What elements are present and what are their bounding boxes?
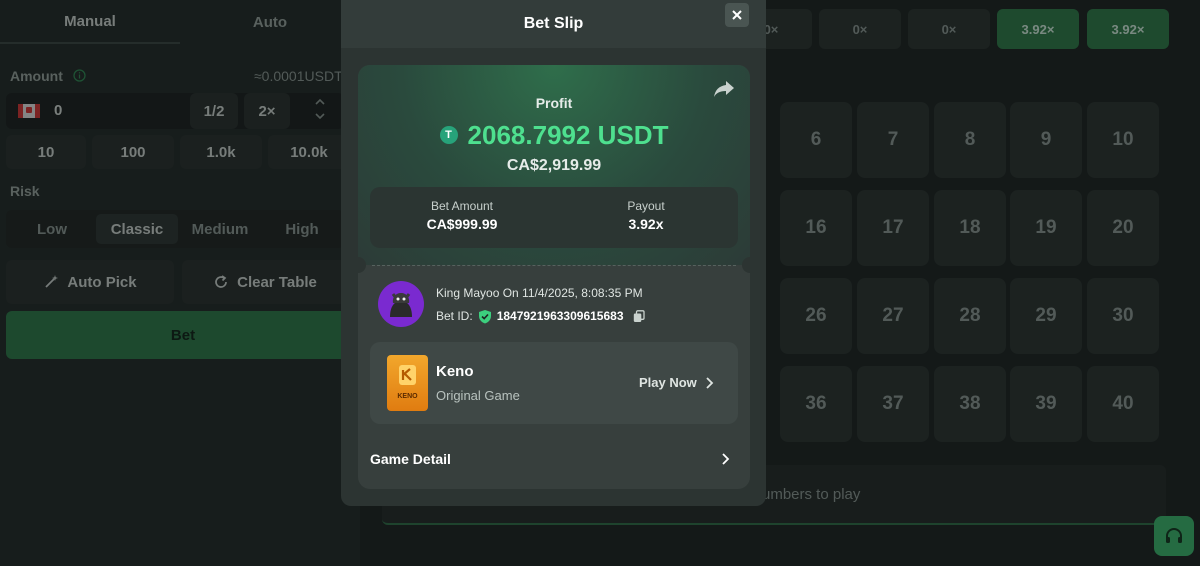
support-button[interactable] bbox=[1154, 516, 1194, 556]
bet-slip-card: Profit T 2068.7992 USDT CA$2,919.99 Bet … bbox=[358, 65, 750, 489]
headset-icon bbox=[1166, 528, 1182, 543]
chevron-right-icon[interactable] bbox=[720, 452, 730, 466]
close-button[interactable] bbox=[725, 3, 749, 27]
ticket-notch bbox=[742, 257, 750, 273]
keno-thumbnail-text: KENO bbox=[397, 393, 418, 400]
usdt-icon: T bbox=[439, 126, 458, 144]
dashed-divider bbox=[372, 265, 736, 266]
avatar bbox=[378, 281, 424, 327]
close-icon bbox=[732, 10, 742, 20]
profit-fiat-value: CA$2,919.99 bbox=[506, 157, 602, 174]
bet-stats: Bet Amount CA$999.99 Payout 3.92x bbox=[370, 187, 738, 248]
avatar-character-icon bbox=[390, 293, 412, 317]
bet-amount-value: CA$999.99 bbox=[426, 216, 498, 232]
payout-label: Payout bbox=[627, 199, 665, 213]
bet-id-value: 1847921963309615683 bbox=[496, 309, 624, 323]
bet-user-timestamp: King Mayoo On 11/4/2025, 8:08:35 PM bbox=[436, 286, 643, 300]
play-now-button[interactable]: Play Now bbox=[639, 375, 697, 390]
bet-amount-stat: Bet Amount CA$999.99 bbox=[370, 199, 554, 232]
bet-slip-modal: Bet Slip Profit T 2068.7992 USDT CA$2,91… bbox=[341, 0, 766, 506]
bet-id-label: Bet ID: bbox=[436, 309, 473, 323]
profit-value: 2068.7992 USDT bbox=[467, 119, 669, 150]
game-detail-row[interactable]: Game Detail bbox=[370, 441, 738, 477]
profit-amount: T 2068.7992 USDT bbox=[358, 119, 750, 151]
payout-value: 3.92x bbox=[628, 216, 664, 232]
copy-icon[interactable] bbox=[633, 309, 645, 323]
profit-label: Profit bbox=[535, 95, 573, 111]
modal-header: Bet Slip bbox=[341, 0, 766, 48]
modal-title: Bet Slip bbox=[523, 15, 584, 32]
keno-logo-icon bbox=[399, 365, 416, 385]
game-category: Original Game bbox=[436, 388, 520, 403]
payout-stat: Payout 3.92x bbox=[554, 199, 738, 232]
game-detail-label: Game Detail bbox=[370, 451, 451, 467]
chevron-right-icon[interactable] bbox=[704, 376, 714, 390]
shield-check-icon bbox=[478, 309, 491, 323]
bet-amount-label: Bet Amount bbox=[430, 199, 494, 213]
game-card[interactable]: KENO Keno Original Game Play Now bbox=[370, 342, 738, 424]
bet-id-row: Bet ID: 1847921963309615683 bbox=[436, 308, 645, 324]
keno-thumbnail: KENO bbox=[387, 355, 428, 411]
game-name: Keno bbox=[436, 363, 474, 380]
